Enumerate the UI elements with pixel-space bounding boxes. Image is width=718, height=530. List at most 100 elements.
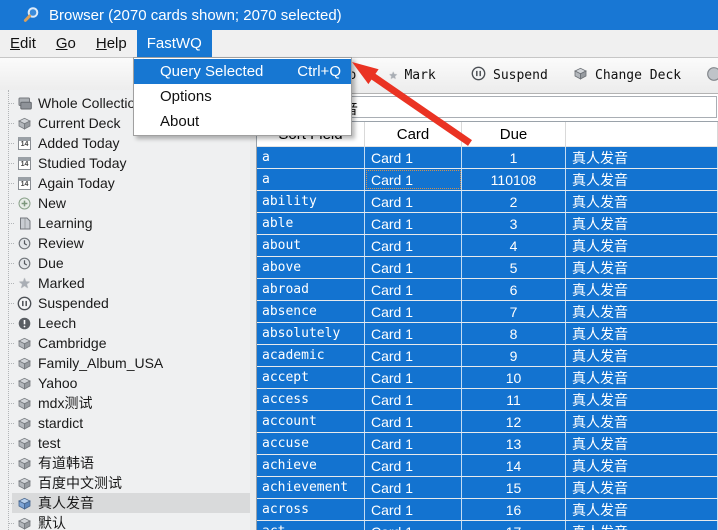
table-cell: Card 1: [365, 213, 462, 234]
table-cell: 真人发音: [566, 367, 718, 388]
sidebar-item-studied-today[interactable]: 14Studied Today: [0, 153, 250, 173]
table-cell: 9: [462, 345, 566, 366]
table-row[interactable]: aboutCard 14真人发音: [257, 235, 718, 257]
sidebar-item-cambridge[interactable]: Cambridge: [0, 333, 250, 353]
table-cell: accuse: [257, 433, 365, 454]
table-cell: 14: [462, 455, 566, 476]
column-header-card[interactable]: Card: [365, 122, 462, 147]
table-cell: 5: [462, 257, 566, 278]
sidebar-item-label: Leech: [38, 315, 76, 331]
table-row[interactable]: aCard 11真人发音: [257, 147, 718, 169]
table-cell: 110108: [462, 169, 566, 190]
change-deck-icon: [573, 67, 588, 84]
table-cell: Card 1: [365, 191, 462, 212]
title-bar: Browser (2070 cards shown; 2070 selected…: [0, 0, 718, 30]
table-cell: 13: [462, 433, 566, 454]
table-row[interactable]: abilityCard 12真人发音: [257, 191, 718, 213]
table-row[interactable]: accountCard 112真人发音: [257, 411, 718, 433]
toolbar-button-suspend[interactable]: Suspend: [471, 58, 548, 93]
table-cell: 真人发音: [566, 389, 718, 410]
table-cell: act: [257, 521, 365, 530]
table-row[interactable]: accuseCard 113真人发音: [257, 433, 718, 455]
toolbar: Info★MarkSuspendChange Deck: [0, 57, 718, 94]
table-row[interactable]: acceptCard 110真人发音: [257, 367, 718, 389]
sidebar-item-deck[interactable]: 默认: [0, 513, 250, 530]
sidebar-item-label: Review: [38, 235, 84, 251]
table-row[interactable]: absenceCard 17真人发音: [257, 301, 718, 323]
toolbar-button-deck[interactable]: [706, 58, 718, 93]
table-cell: 真人发音: [566, 191, 718, 212]
table-row[interactable]: achievementCard 115真人发音: [257, 477, 718, 499]
menu-edit[interactable]: Edit: [0, 30, 46, 57]
toolbar-button-mark[interactable]: ★Mark: [389, 58, 436, 93]
collection-icon: [16, 97, 33, 110]
sidebar-item-label: Again Today: [38, 175, 115, 191]
table-cell: Card 1: [365, 499, 462, 520]
table-cell: academic: [257, 345, 365, 366]
sidebar-item-review[interactable]: Review: [0, 233, 250, 253]
table-row[interactable]: absolutelyCard 18真人发音: [257, 323, 718, 345]
sidebar-item-learning[interactable]: Learning: [0, 213, 250, 233]
deck-icon-blue: [16, 497, 33, 510]
star-icon: ★: [16, 277, 33, 290]
menu-help[interactable]: Help: [86, 30, 137, 57]
sidebar-item-new[interactable]: New: [0, 193, 250, 213]
sidebar-item-label: Whole Collection: [38, 95, 143, 111]
clock-icon: [16, 257, 33, 270]
sidebar-item-label: Marked: [38, 275, 85, 291]
table-cell: absolutely: [257, 323, 365, 344]
table-row[interactable]: aboveCard 15真人发音: [257, 257, 718, 279]
sidebar-item-deck[interactable]: 有道韩语: [0, 453, 250, 473]
column-header-deck[interactable]: [566, 122, 718, 147]
toolbar-button-change-deck[interactable]: Change Deck: [573, 58, 681, 93]
deck-icon: [16, 457, 33, 470]
table-cell: Card 1: [365, 389, 462, 410]
deck-icon: [16, 337, 33, 350]
sidebar-item-test[interactable]: test: [0, 433, 250, 453]
pause-icon: [16, 296, 33, 311]
menu-item-about[interactable]: About: [134, 109, 351, 134]
toolbar-button-label: Change Deck: [595, 68, 681, 83]
table-row[interactable]: academicCard 19真人发音: [257, 345, 718, 367]
mark-star-icon: ★: [389, 68, 397, 83]
table-cell: abroad: [257, 279, 365, 300]
table-row[interactable]: ableCard 13真人发音: [257, 213, 718, 235]
menu-go[interactable]: Go: [46, 30, 86, 57]
deck-icon: [16, 437, 33, 450]
table-cell: Card 1: [365, 433, 462, 454]
leech-icon: [16, 317, 33, 330]
sidebar-item-added-today[interactable]: 14Added Today: [0, 133, 250, 153]
magnifier-icon: [22, 6, 40, 24]
table-cell: Card 1: [365, 257, 462, 278]
table-row[interactable]: acrossCard 116真人发音: [257, 499, 718, 521]
window-title: Browser (2070 cards shown; 2070 selected…: [49, 7, 342, 24]
sidebar-item-mdx[interactable]: mdx测试: [0, 393, 250, 413]
table-cell: 4: [462, 235, 566, 256]
sidebar-item-label: test: [38, 435, 61, 451]
table-cell: 1: [462, 147, 566, 168]
table-cell: 6: [462, 279, 566, 300]
sidebar-item-marked[interactable]: ★ Marked: [0, 273, 250, 293]
sidebar-item-stardict[interactable]: stardict: [0, 413, 250, 433]
sidebar-item-deck[interactable]: 真人发音: [0, 493, 250, 513]
deck-icon: [16, 377, 33, 390]
sidebar-item-again-today[interactable]: 14Again Today: [0, 173, 250, 193]
table-cell: 真人发音: [566, 169, 718, 190]
sidebar-item-deck[interactable]: 百度中文测试: [0, 473, 250, 493]
table-cell: 真人发音: [566, 411, 718, 432]
sidebar-item-due[interactable]: Due: [0, 253, 250, 273]
sidebar-item-suspended[interactable]: Suspended: [0, 293, 250, 313]
table-row[interactable]: accessCard 111真人发音: [257, 389, 718, 411]
sidebar-item-family-album-usa[interactable]: Family_Album_USA: [0, 353, 250, 373]
table-row[interactable]: actCard 117真人发音: [257, 521, 718, 530]
menu-fastwq[interactable]: FastWQ: [137, 30, 212, 57]
menu-item-options[interactable]: Options: [134, 84, 351, 109]
sidebar-item-leech[interactable]: Leech: [0, 313, 250, 333]
table-row[interactable]: aCard 1110108真人发音: [257, 169, 718, 191]
sidebar-item-yahoo[interactable]: Yahoo: [0, 373, 250, 393]
table-row[interactable]: abroadCard 16真人发音: [257, 279, 718, 301]
column-header-due[interactable]: Due: [462, 122, 566, 147]
table-row[interactable]: achieveCard 114真人发音: [257, 455, 718, 477]
table-cell: 10: [462, 367, 566, 388]
menu-item-query-selected[interactable]: Query Selected Ctrl+Q: [134, 59, 351, 84]
